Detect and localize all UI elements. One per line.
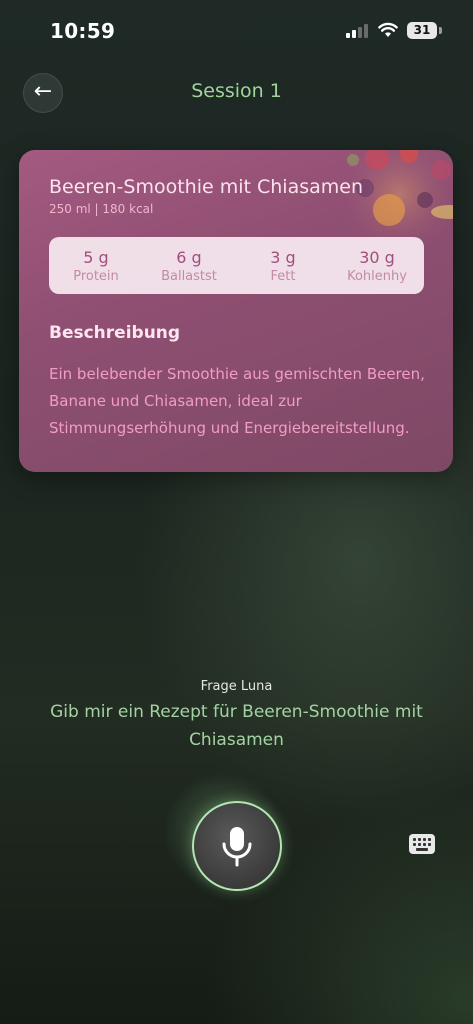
nutrient-label: Kohlenhy	[347, 269, 407, 284]
nutrient-value: 30 g	[359, 248, 395, 267]
nutrient-fiber: 6 g Ballastst	[142, 237, 236, 284]
nutrient-label: Protein	[73, 269, 119, 284]
recipe-title: Beeren-Smoothie mit Chiasamen	[49, 176, 364, 198]
recipe-description: Ein belebender Smoothie aus gemischten B…	[49, 365, 425, 437]
nutrient-protein: 5 g Protein	[49, 237, 143, 284]
nutrient-label: Fett	[270, 269, 296, 284]
nutrient-value: 3 g	[270, 248, 296, 267]
nutrient-carbs: 30 g Kohlenhy	[330, 237, 424, 284]
transcribed-query: Gib mir ein Rezept für Beeren-Smoothie m…	[50, 702, 423, 750]
description-heading: Beschreibung	[49, 323, 181, 343]
keyboard-icon[interactable]	[409, 834, 435, 854]
microphone-icon	[222, 827, 252, 867]
status-time: 10:59	[50, 19, 116, 43]
nutrient-value: 5 g	[83, 248, 109, 267]
cellular-signal-icon	[346, 24, 368, 38]
status-bar: 10:59 31	[0, 0, 473, 60]
battery-icon: 31	[407, 22, 437, 39]
nutrient-summary: 5 g Protein 6 g Ballastst 3 g Fett 30 g …	[49, 237, 424, 294]
microphone-button[interactable]	[192, 801, 282, 891]
assistant-label: Frage Luna	[200, 679, 273, 694]
battery-tip	[439, 27, 442, 34]
battery-level: 31	[413, 23, 431, 37]
smoothie-bowl-image	[339, 150, 453, 250]
nutrient-label: Ballastst	[161, 269, 217, 284]
page-title: Session 1	[191, 80, 282, 102]
recipe-card: Beeren-Smoothie mit Chiasamen 250 ml | 1…	[19, 150, 453, 472]
nutrient-value: 6 g	[176, 248, 202, 267]
wifi-icon	[378, 22, 398, 37]
nutrient-fat: 3 g Fett	[236, 237, 330, 284]
recipe-meta: 250 ml | 180 kcal	[49, 202, 154, 216]
